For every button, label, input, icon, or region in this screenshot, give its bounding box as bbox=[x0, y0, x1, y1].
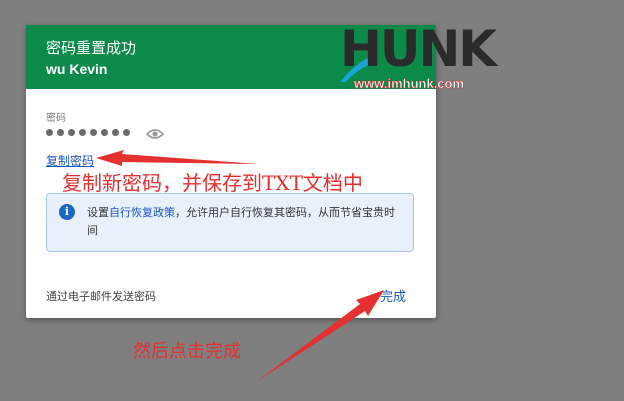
password-dot bbox=[112, 129, 119, 136]
info-box: i 设置自行恢复政策，允许用户自行恢复其密码，从而节省宝贵时间 bbox=[46, 193, 414, 252]
watermark-brand: HUNK bbox=[340, 20, 497, 78]
watermark-url: www.imhunk.com bbox=[354, 76, 465, 92]
password-mask bbox=[46, 129, 130, 136]
email-password-link[interactable]: 通过电子邮件发送密码 bbox=[46, 288, 156, 304]
password-label: 密码 bbox=[46, 113, 66, 124]
password-dot bbox=[79, 129, 86, 136]
password-dot bbox=[68, 129, 75, 136]
password-dot bbox=[123, 129, 130, 136]
password-dot bbox=[46, 129, 53, 136]
info-prefix: 设置 bbox=[87, 206, 109, 219]
done-button[interactable]: 完成 bbox=[380, 286, 406, 305]
info-icon: i bbox=[59, 204, 75, 220]
info-text: 设置自行恢复政策，允许用户自行恢复其密码，从而节省宝贵时间 bbox=[87, 204, 403, 240]
self-recovery-policy-link[interactable]: 自行恢复政策 bbox=[109, 206, 175, 219]
dialog-title: 密码重置成功 bbox=[46, 39, 137, 57]
password-dot bbox=[57, 129, 64, 136]
password-dot bbox=[90, 129, 97, 136]
user-name: wu Kevin bbox=[46, 61, 108, 77]
done-annotation: 然后点击完成 bbox=[133, 341, 241, 362]
password-dot bbox=[101, 129, 108, 136]
eye-icon[interactable] bbox=[146, 128, 164, 140]
copy-annotation: 复制新密码，并保存到TXT文档中 bbox=[62, 171, 363, 195]
